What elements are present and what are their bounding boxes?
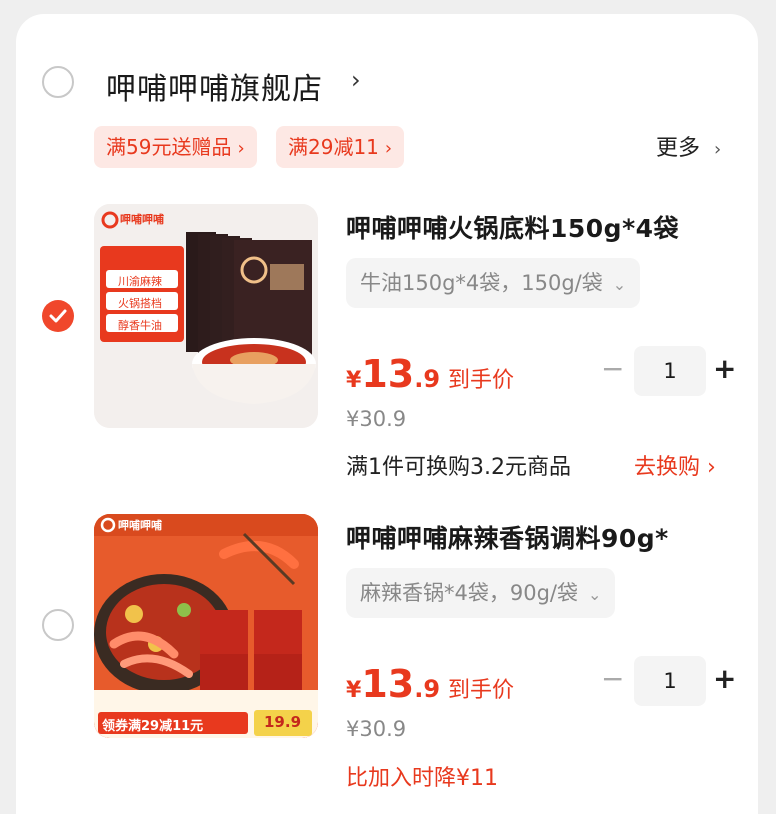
item-2-increase-button[interactable]: + [713, 662, 736, 695]
item-1-title[interactable]: 呷哺呷哺火锅底料150g*4袋 [346, 209, 679, 245]
image-coupon-text: 领券满29减11元 [102, 719, 204, 734]
item-1-original-price: ¥30.9 [346, 407, 407, 431]
price-integer: 13 [361, 352, 415, 396]
image-tag: 火锅搭档 [118, 297, 162, 310]
checkmark-icon [49, 309, 67, 323]
chevron-down-icon: ⌄ [588, 585, 602, 604]
item-1-exchange-note: 满1件可换购3.2元商品 [346, 455, 571, 480]
item-1-image[interactable]: 呷哺呷哺 川渝麻辣 火锅搭档 醇香牛油 [94, 204, 318, 428]
currency-symbol: ¥ [346, 368, 362, 393]
promo-tag-gift[interactable]: 满59元送赠品 › [94, 126, 257, 168]
image-price-text: 19.9 [264, 713, 302, 731]
item-2-price-drop-note: 比加入时降¥11 [346, 766, 498, 791]
item-1-decrease-button[interactable]: − [601, 352, 624, 385]
price-integer: 13 [361, 662, 415, 706]
price-decimal: .9 [414, 365, 441, 393]
price-label: 到手价 [448, 368, 515, 393]
promo-tag-discount[interactable]: 满29减11 › [276, 126, 405, 168]
spicy-pot-product-image [94, 514, 318, 738]
shop-name[interactable]: 呷哺呷哺旗舰店 [106, 64, 323, 108]
image-tag: 川渝麻辣 [118, 275, 162, 288]
chevron-right-icon: › [714, 139, 722, 160]
promo-label: 满29减11 [288, 135, 379, 159]
image-tag: 醇香牛油 [118, 319, 162, 332]
item-2-spec-selector[interactable]: 麻辣香锅*4袋，90g/袋 ⌄ [346, 568, 616, 618]
more-label: 更多 [656, 136, 701, 161]
item-1-quantity[interactable]: 1 [634, 346, 706, 396]
price-label: 到手价 [448, 678, 515, 703]
shop-select-radio[interactable] [42, 66, 74, 98]
spec-label: 牛油150g*4袋，150g/袋 [360, 271, 603, 295]
spec-label: 麻辣香锅*4袋，90g/袋 [360, 581, 578, 605]
chevron-right-icon: › [237, 138, 245, 159]
item-1-increase-button[interactable]: + [713, 352, 736, 385]
item-2-original-price: ¥30.9 [346, 717, 407, 741]
shop-chevron-icon[interactable]: › [351, 66, 361, 94]
brand-logo-text: 呷哺呷哺 [120, 213, 164, 226]
shop-card: 呷哺呷哺旗舰店 › 满59元送赠品 › 满29减11 › 更多 › 呷哺呷哺 川… [16, 14, 758, 814]
brand-logo-text: 呷哺呷哺 [118, 519, 162, 532]
item-1-exchange-link[interactable]: 去换购 › [634, 449, 716, 481]
item-2-quantity[interactable]: 1 [634, 656, 706, 706]
item-2-price: ¥13.9 到手价 [346, 662, 514, 706]
currency-symbol: ¥ [346, 678, 362, 703]
chevron-down-icon: ⌄ [612, 275, 627, 294]
item-1-select-radio[interactable] [42, 300, 74, 332]
price-decimal: .9 [414, 675, 441, 703]
item-2-decrease-button[interactable]: − [601, 662, 624, 695]
item-2-title[interactable]: 呷哺呷哺麻辣香锅调料90g* [346, 519, 669, 555]
hotpot-product-image [94, 204, 318, 428]
item-2-image[interactable]: 呷哺呷哺 领券满29减11元 19.9 [94, 514, 318, 738]
item-1-spec-selector[interactable]: 牛油150g*4袋，150g/袋 ⌄ [346, 258, 641, 308]
promo-label: 满59元送赠品 [106, 135, 232, 159]
item-1-price: ¥13.9 到手价 [346, 352, 514, 396]
chevron-right-icon: › [384, 138, 393, 159]
more-promos-link[interactable]: 更多 › [656, 130, 721, 162]
item-2-select-radio[interactable] [42, 609, 74, 641]
